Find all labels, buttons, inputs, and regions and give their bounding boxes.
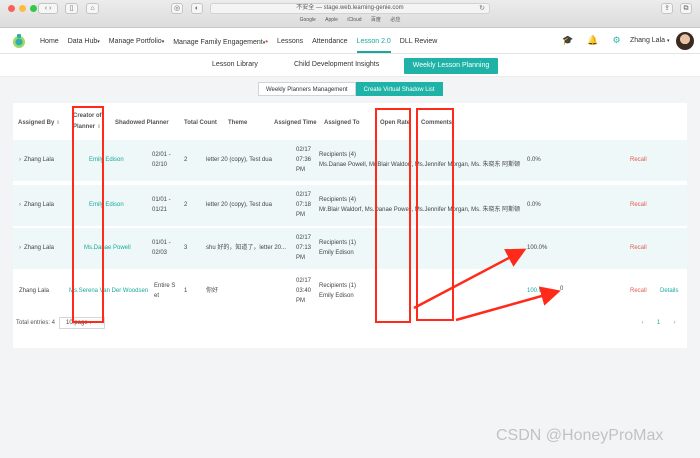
annotation-arrow-comments bbox=[455, 286, 561, 322]
csdn-watermark: CSDN @HoneyProMax bbox=[496, 427, 664, 444]
annotation-arrows bbox=[413, 248, 561, 322]
annotation-arrow-open-rate bbox=[413, 248, 527, 310]
